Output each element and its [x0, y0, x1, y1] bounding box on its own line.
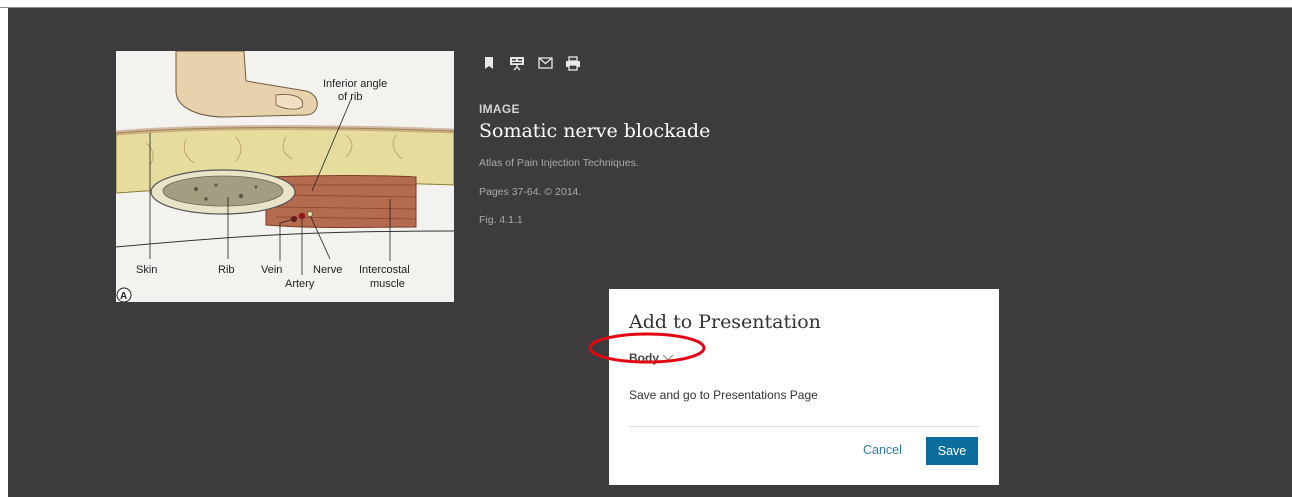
save-button[interactable]: Save	[926, 437, 978, 465]
email-button[interactable]	[537, 55, 553, 71]
image-title: Somatic nerve blockade	[479, 120, 711, 142]
label-intercostal-line2: muscle	[370, 278, 405, 290]
label-rib: Rib	[218, 264, 235, 276]
source-title: Atlas of Pain Injection Techniques.	[479, 157, 639, 169]
cancel-button[interactable]: Cancel	[863, 443, 902, 457]
save-and-go-link[interactable]: Save and go to Presentations Page	[629, 388, 818, 402]
image-viewer-panel: Inferior angle of rib Skin Rib Vein Arte…	[8, 8, 1292, 497]
bookmark-button[interactable]	[481, 55, 497, 71]
label-intercostal-line1: Intercostal	[359, 264, 410, 276]
label-skin: Skin	[136, 264, 157, 276]
chevron-down-icon	[662, 354, 674, 361]
anatomy-illustration: Inferior angle of rib Skin Rib Vein Arte…	[116, 51, 454, 302]
add-to-presentation-button[interactable]	[509, 55, 525, 71]
dialog-title: Add to Presentation	[629, 311, 821, 333]
dialog-divider	[629, 426, 979, 427]
figure-number: Fig. 4.1.1	[479, 214, 523, 226]
presentation-folder-dropdown[interactable]: Body	[629, 351, 674, 365]
add-to-presentation-dialog: Add to Presentation Body Save and go to …	[609, 289, 999, 485]
pages-copyright: Pages 37-64. © 2014.	[479, 186, 582, 198]
label-vein: Vein	[261, 264, 282, 276]
bookmark-icon	[485, 57, 493, 69]
label-inferior-angle-line2: of rib	[338, 91, 362, 103]
label-artery: Artery	[285, 278, 315, 290]
content-type-label: IMAGE	[479, 102, 520, 116]
print-icon	[566, 55, 580, 71]
print-button[interactable]	[565, 55, 581, 71]
label-inferior-angle-line1: Inferior angle	[323, 78, 387, 90]
anatomy-figure: Inferior angle of rib Skin Rib Vein Arte…	[116, 51, 454, 302]
email-icon	[537, 57, 553, 69]
image-toolbar	[481, 54, 581, 72]
label-nerve: Nerve	[313, 264, 342, 276]
presentation-icon	[510, 57, 524, 71]
presentation-folder-label: Body	[629, 351, 659, 365]
top-border	[0, 0, 1292, 8]
panel-letter: A	[120, 291, 127, 302]
